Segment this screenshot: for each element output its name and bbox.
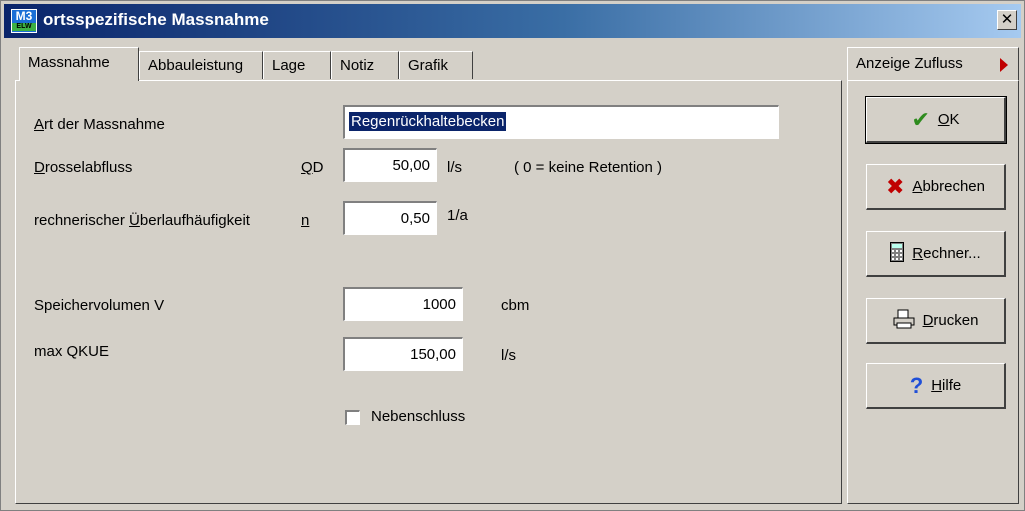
nebenschluss-label[interactable]: Nebenschluss <box>371 408 465 425</box>
tab-massnahme[interactable]: Massnahme <box>19 47 139 81</box>
close-button[interactable]: ✕ <box>997 10 1017 30</box>
m3-app-icon: M3 ELW <box>11 9 37 33</box>
ueberlauf-symbol: n <box>301 212 310 229</box>
rechner-button[interactable]: Rechner... <box>866 231 1006 277</box>
ok-button[interactable]: ✔ OK <box>865 96 1007 144</box>
qkue-unit: l/s <box>501 347 516 364</box>
art-label: Art der Massnahme <box>34 116 165 133</box>
calculator-icon <box>890 241 905 266</box>
drucken-button[interactable]: Drucken <box>866 298 1006 344</box>
title-bar[interactable]: M3 ELW ortsspezifische Massnahme ✕ <box>4 4 1021 38</box>
ueberlauf-label: rechnerischer Überlaufhäufigkeit <box>34 212 250 229</box>
abbrechen-button[interactable]: ✖ Abbrechen <box>866 164 1006 210</box>
art-input[interactable]: Regenrückhaltebecken <box>343 105 779 139</box>
tab-grafik[interactable]: Grafik <box>399 51 473 79</box>
checkmark-icon: ✔ <box>911 106 930 132</box>
x-icon: ✖ <box>885 173 905 199</box>
drossel-unit: l/s <box>447 159 462 176</box>
window-title: ortsspezifische Massnahme <box>43 10 269 29</box>
tab-notiz[interactable]: Notiz <box>331 51 399 79</box>
drossel-symbol: QD <box>301 159 324 176</box>
anzeige-zufluss-tab[interactable]: Anzeige Zufluss <box>847 47 1019 81</box>
ueberlauf-input[interactable] <box>343 201 437 235</box>
side-panel <box>847 80 1019 504</box>
hilfe-button[interactable]: ? Hilfe <box>866 363 1006 409</box>
question-icon: ? <box>909 372 924 398</box>
drossel-input[interactable] <box>343 148 437 182</box>
qkue-input[interactable] <box>343 337 463 371</box>
close-icon: ✕ <box>1000 11 1014 28</box>
speicher-label: Speichervolumen V <box>34 297 165 314</box>
tab-abbauleistung[interactable]: Abbauleistung <box>139 51 263 79</box>
ueberlauf-unit: 1/a <box>447 207 468 224</box>
speicher-input[interactable] <box>343 287 463 321</box>
arrow-right-icon <box>1000 58 1008 72</box>
drossel-note: ( 0 = keine Retention ) <box>514 159 663 176</box>
nebenschluss-checkbox[interactable] <box>345 410 360 425</box>
speicher-unit: cbm <box>501 297 530 314</box>
qkue-label: max QKUE <box>34 343 110 360</box>
tab-lage[interactable]: Lage <box>263 51 331 79</box>
dialog-window: M3 ELW ortsspezifische Massnahme ✕ Massn… <box>0 0 1025 511</box>
drossel-label: Drosselabfluss <box>34 159 133 176</box>
printer-icon <box>893 309 915 333</box>
